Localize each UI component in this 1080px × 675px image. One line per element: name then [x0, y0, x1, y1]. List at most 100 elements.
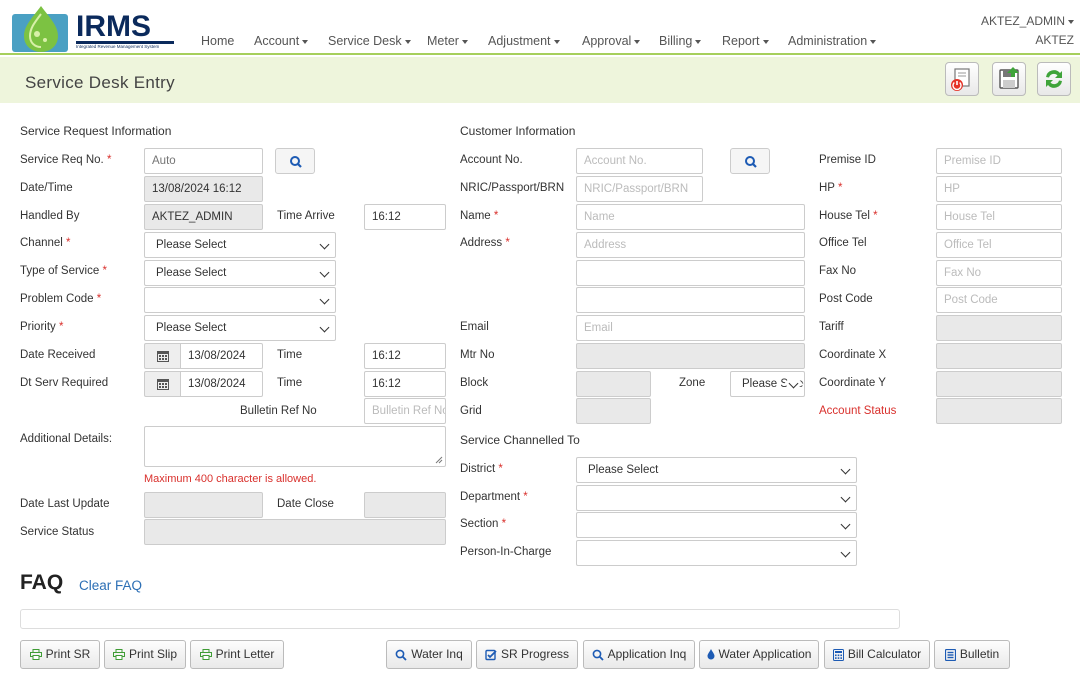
district-select[interactable]: Please Select — [576, 457, 857, 483]
search-icon — [592, 649, 604, 661]
chevron-down-icon — [319, 239, 330, 250]
refresh-button[interactable] — [1037, 62, 1071, 96]
date-last-update-label: Date Last Update — [20, 498, 110, 510]
nav-item-meter[interactable]: Meter — [427, 34, 468, 48]
nav-item-approval[interactable]: Approval — [582, 34, 641, 48]
caret-down-icon — [870, 39, 877, 44]
date-received-input[interactable]: 13/08/2024 — [180, 343, 263, 369]
district-label: District * — [460, 463, 503, 475]
nav-item-adjustment[interactable]: Adjustment — [488, 34, 560, 48]
date-close-label: Date Close — [277, 498, 334, 510]
faq-content-area[interactable] — [20, 609, 900, 629]
label-text: District — [460, 463, 496, 475]
search-icon — [290, 156, 302, 168]
nav-item-billing[interactable]: Billing — [659, 34, 702, 48]
chevron-down-icon — [319, 294, 330, 305]
person-in-charge-select[interactable] — [576, 540, 857, 566]
nav-item-service-desk[interactable]: Service Desk — [328, 34, 411, 48]
nav-item-report[interactable]: Report — [722, 34, 769, 48]
time-arrive-input[interactable]: 16:12 — [364, 204, 446, 230]
customer-heading: Customer Information — [460, 124, 576, 138]
clear-faq-link[interactable]: Clear FAQ — [79, 578, 142, 593]
grid-field — [576, 398, 651, 424]
dt-serv-required-calendar-button[interactable] — [144, 371, 180, 397]
address-line1-input[interactable]: Address — [576, 232, 805, 258]
application-inq-button[interactable]: Application Inq — [583, 640, 695, 669]
nav-item-label: Account — [254, 34, 300, 48]
coordinate-y-field — [936, 371, 1062, 397]
logo-subtitle: Integrated Revenue Management System — [76, 44, 160, 49]
bill-calculator-button[interactable]: Bill Calculator — [824, 640, 930, 669]
select-value: Please Select — [156, 322, 227, 334]
time-required-input[interactable]: 16:12 — [364, 371, 446, 397]
date-received-label: Date Received — [20, 349, 96, 361]
bulletin-button[interactable]: Bulletin — [934, 640, 1010, 669]
print-icon — [199, 649, 212, 661]
nav-item-administration[interactable]: Administration — [788, 34, 877, 48]
print-sr-button[interactable]: Print SR — [20, 640, 100, 669]
required-marker: * — [96, 293, 102, 305]
bulletin-ref-no-input[interactable]: Bulletin Ref No — [364, 398, 446, 424]
account-no-label: Account No. — [460, 154, 523, 166]
faq-title: FAQ — [20, 571, 64, 594]
date-received-calendar-button[interactable] — [144, 343, 180, 369]
time-received-label: Time — [277, 349, 303, 361]
hp-input[interactable]: HP — [936, 176, 1062, 202]
department-select[interactable] — [576, 485, 857, 511]
email-label: Email — [460, 321, 489, 333]
grid-label: Grid — [460, 405, 482, 417]
house-tel-input[interactable]: House Tel — [936, 204, 1062, 230]
nav-item-account[interactable]: Account — [254, 34, 309, 48]
water-inq-button[interactable]: Water Inq — [386, 640, 472, 669]
app-logo[interactable]: IRMS Integrated Revenue Management Syste… — [10, 4, 174, 52]
user-menu[interactable]: AKTEZ_ADMIN — [981, 14, 1074, 28]
dt-serv-required-input[interactable]: 13/08/2024 — [180, 371, 263, 397]
caret-down-icon — [461, 39, 468, 44]
address-line2-input[interactable] — [576, 260, 805, 286]
search-icon — [745, 156, 757, 168]
additional-details-textarea[interactable] — [144, 426, 446, 467]
section-label: Section * — [460, 518, 506, 530]
address-line3-input[interactable] — [576, 287, 805, 313]
save-button[interactable] — [992, 62, 1026, 96]
nav-item-home[interactable]: Home — [201, 34, 234, 48]
channel-select[interactable]: Please Select — [144, 232, 336, 258]
button-label: Water Application — [718, 647, 812, 661]
name-label: Name * — [460, 210, 498, 222]
nric-input[interactable]: NRIC/Passport/BRN — [576, 176, 703, 202]
name-input[interactable]: Name — [576, 204, 805, 230]
fax-no-input[interactable]: Fax No — [936, 260, 1062, 286]
time-received-input[interactable]: 16:12 — [364, 343, 446, 369]
button-label: Print Letter — [215, 647, 275, 661]
print-slip-button[interactable]: Print Slip — [104, 640, 186, 669]
sr-progress-button[interactable]: SR Progress — [476, 640, 578, 669]
post-code-input[interactable]: Post Code — [936, 287, 1062, 313]
calculator-icon — [832, 648, 844, 661]
resize-handle-icon[interactable] — [435, 456, 443, 464]
house-tel-label: House Tel * — [819, 210, 878, 222]
caret-down-icon — [553, 39, 560, 44]
type-of-service-select[interactable]: Please Select — [144, 260, 336, 286]
office-tel-input[interactable]: Office Tel — [936, 232, 1062, 258]
premise-id-input[interactable]: Premise ID — [936, 148, 1062, 174]
page-title: Service Desk Entry — [25, 73, 175, 92]
problem-code-select[interactable] — [144, 287, 336, 313]
search-account-button[interactable] — [730, 148, 770, 174]
button-label: Print SR — [45, 647, 91, 661]
button-label: Application Inq — [607, 647, 687, 661]
print-letter-button[interactable]: Print Letter — [190, 640, 284, 669]
required-marker: * — [102, 265, 107, 277]
service-req-no-input[interactable] — [144, 148, 263, 174]
water-application-button[interactable]: Water Application — [699, 640, 819, 669]
bulletin-ref-no-label: Bulletin Ref No — [240, 405, 317, 417]
zone-select[interactable]: Please Select — [730, 371, 805, 397]
logout-button[interactable] — [945, 62, 979, 96]
button-label: Print Slip — [128, 647, 178, 661]
priority-select[interactable]: Please Select — [144, 315, 336, 341]
email-input[interactable]: Email — [576, 315, 805, 341]
account-no-input[interactable]: Account No. — [576, 148, 703, 174]
select-value: Please Select — [156, 267, 227, 279]
section-select[interactable] — [576, 512, 857, 538]
search-service-req-button[interactable] — [275, 148, 315, 174]
calendar-icon — [157, 351, 169, 362]
